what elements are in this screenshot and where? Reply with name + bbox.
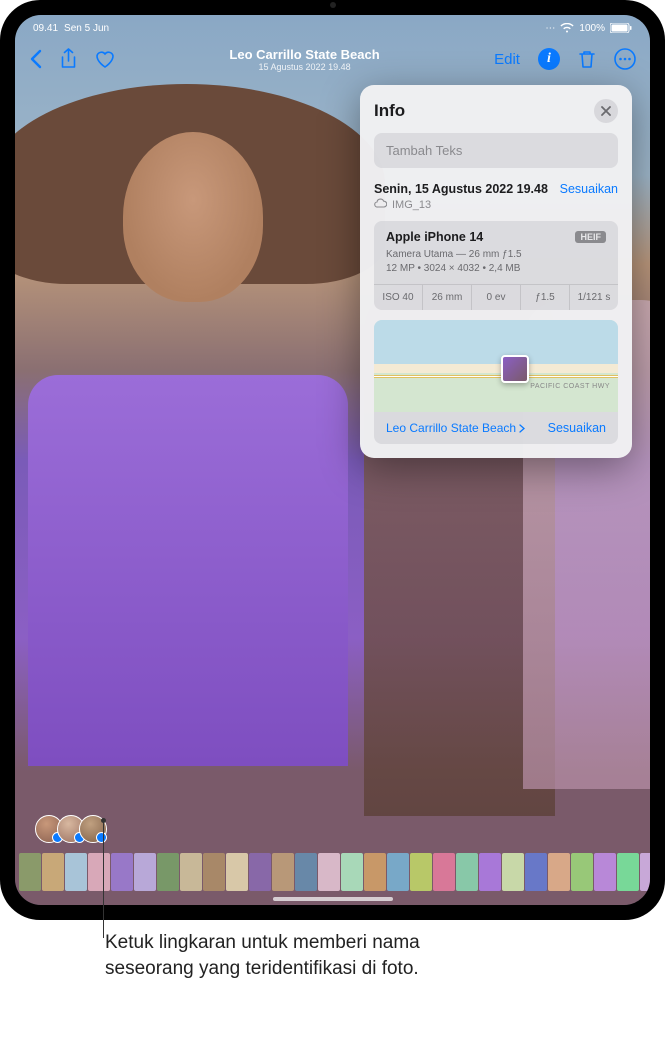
camera-model: Apple iPhone 14 bbox=[386, 230, 483, 244]
thumbnail-strip[interactable] bbox=[15, 853, 650, 891]
exif-focal: 26 mm bbox=[423, 285, 472, 310]
location-link[interactable]: Leo Carrillo State Beach bbox=[386, 421, 525, 435]
adjust-datetime-button[interactable]: Sesuaikan bbox=[560, 182, 618, 196]
thumbnail[interactable] bbox=[226, 853, 248, 891]
exif-row: ISO 40 26 mm 0 ev ƒ1.5 1/121 s bbox=[374, 284, 618, 310]
exif-shutter: 1/121 s bbox=[570, 285, 618, 310]
map-thumbnail[interactable]: PACIFIC COAST HWY bbox=[374, 320, 618, 412]
thumbnail[interactable] bbox=[502, 853, 524, 891]
photo-subject bbox=[28, 104, 346, 816]
info-panel: Info Tambah Teks Senin, 15 Agustus 2022 … bbox=[360, 85, 632, 458]
thumbnail[interactable] bbox=[525, 853, 547, 891]
lens-info: Kamera Utama — 26 mm ƒ1.5 bbox=[386, 248, 606, 262]
thumbnail[interactable] bbox=[272, 853, 294, 891]
trash-button[interactable] bbox=[578, 49, 596, 69]
status-date: Sen 5 Jun bbox=[64, 23, 109, 34]
camera-notch bbox=[330, 2, 336, 8]
thumbnail[interactable] bbox=[410, 853, 432, 891]
exif-fstop: ƒ1.5 bbox=[521, 285, 570, 310]
callout-leader-line bbox=[103, 820, 104, 938]
thumbnail[interactable] bbox=[433, 853, 455, 891]
wifi-icon bbox=[560, 23, 574, 33]
thumbnail[interactable] bbox=[88, 853, 110, 891]
adjust-location-button[interactable]: Sesuaikan bbox=[548, 421, 606, 435]
home-indicator[interactable] bbox=[273, 897, 393, 901]
thumbnail[interactable] bbox=[111, 853, 133, 891]
thumbnail[interactable] bbox=[456, 853, 478, 891]
edit-button[interactable]: Edit bbox=[494, 51, 520, 68]
format-badge: HEIF bbox=[575, 231, 606, 243]
screen: 09.41 Sen 5 Jun ⋯ 100% bbox=[15, 15, 650, 905]
thumbnail[interactable] bbox=[387, 853, 409, 891]
detected-faces bbox=[35, 815, 101, 843]
share-button[interactable] bbox=[60, 48, 77, 70]
battery-pct: 100% bbox=[579, 23, 605, 34]
thumbnail[interactable] bbox=[180, 853, 202, 891]
thumbnail[interactable] bbox=[249, 853, 271, 891]
thumbnail[interactable] bbox=[19, 853, 41, 891]
filename: IMG_13 bbox=[392, 199, 431, 211]
thumbnail[interactable] bbox=[617, 853, 639, 891]
thumbnail[interactable] bbox=[65, 853, 87, 891]
info-button[interactable]: i bbox=[538, 48, 560, 70]
thumbnail[interactable] bbox=[318, 853, 340, 891]
camera-info-card: Apple iPhone 14 HEIF Kamera Utama — 26 m… bbox=[374, 221, 618, 310]
toolbar-title-group: Leo Carrillo State Beach 15 Agustus 2022… bbox=[229, 47, 379, 72]
callout-text: Ketuk lingkaran untuk memberi nama seseo… bbox=[105, 930, 465, 981]
status-bar: 09.41 Sen 5 Jun ⋯ 100% bbox=[15, 15, 650, 37]
thumbnail[interactable] bbox=[364, 853, 386, 891]
map-pin-icon bbox=[501, 355, 529, 383]
exif-ev: 0 ev bbox=[472, 285, 521, 310]
toolbar: Leo Carrillo State Beach 15 Agustus 2022… bbox=[15, 37, 650, 81]
thumbnail[interactable] bbox=[295, 853, 317, 891]
cloud-icon bbox=[374, 198, 387, 211]
thumbnail[interactable] bbox=[203, 853, 225, 891]
favorite-button[interactable] bbox=[95, 50, 115, 68]
tag-badge-icon bbox=[96, 832, 107, 843]
photo-title: Leo Carrillo State Beach bbox=[229, 47, 379, 62]
exif-iso: ISO 40 bbox=[374, 285, 423, 310]
thumbnail[interactable] bbox=[548, 853, 570, 891]
photo-subtitle: 15 Agustus 2022 19.48 bbox=[229, 62, 379, 72]
thumbnail[interactable] bbox=[640, 853, 650, 891]
ipad-frame: 09.41 Sen 5 Jun ⋯ 100% bbox=[0, 0, 665, 920]
thumbnail[interactable] bbox=[157, 853, 179, 891]
photo-datetime: Senin, 15 Agustus 2022 19.48 bbox=[374, 182, 548, 196]
thumbnail[interactable] bbox=[479, 853, 501, 891]
location-card[interactable]: PACIFIC COAST HWY Leo Carrillo State Bea… bbox=[374, 320, 618, 444]
thumbnail[interactable] bbox=[571, 853, 593, 891]
more-button[interactable] bbox=[614, 48, 636, 70]
thumbnail[interactable] bbox=[42, 853, 64, 891]
close-button[interactable] bbox=[594, 99, 618, 123]
back-button[interactable] bbox=[29, 49, 42, 69]
resolution-info: 12 MP • 3024 × 4032 • 2,4 MB bbox=[386, 262, 606, 276]
three-dots-icon: ⋯ bbox=[545, 23, 555, 34]
thumbnail[interactable] bbox=[341, 853, 363, 891]
status-time: 09.41 bbox=[33, 23, 58, 34]
thumbnail[interactable] bbox=[594, 853, 616, 891]
info-panel-title: Info bbox=[374, 101, 405, 121]
caption-input[interactable]: Tambah Teks bbox=[374, 133, 618, 168]
battery-icon bbox=[610, 23, 632, 33]
thumbnail[interactable] bbox=[134, 853, 156, 891]
map-road-label: PACIFIC COAST HWY bbox=[530, 383, 610, 390]
